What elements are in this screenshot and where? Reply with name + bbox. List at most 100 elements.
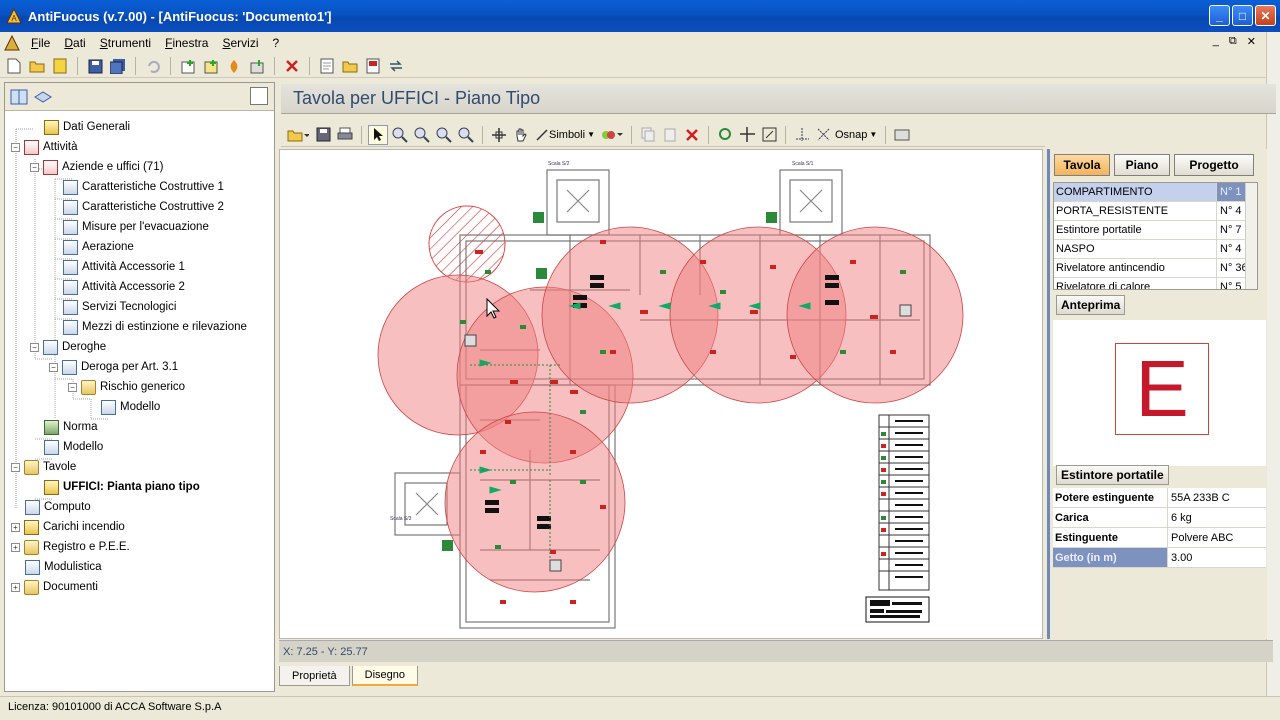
- tree-item[interactable]: − Deroghe: [30, 337, 106, 357]
- mdi-close-button[interactable]: ✕: [1247, 35, 1256, 48]
- expand-icon[interactable]: +: [11, 542, 20, 552]
- menu-strumenti[interactable]: Strumenti: [93, 36, 158, 50]
- notes-icon[interactable]: [50, 56, 70, 76]
- tree-item[interactable]: Servizi Tecnologici: [63, 297, 176, 317]
- tree-item[interactable]: Modulistica: [25, 557, 102, 577]
- mdi-restore-button[interactable]: ⧉: [1229, 35, 1237, 48]
- property-value[interactable]: 55A 233B C: [1168, 488, 1266, 507]
- tree-item[interactable]: − Rischio generico: [68, 377, 185, 397]
- select-pointer-icon[interactable]: [368, 124, 388, 145]
- count-row[interactable]: NASPO N° 4: [1054, 240, 1257, 259]
- drawing-canvas[interactable]: Scala S/2 Scala S/1 Scala S/3: [279, 149, 1043, 639]
- undo-icon[interactable]: [143, 56, 163, 76]
- zoom-in-icon[interactable]: [390, 125, 410, 145]
- maximize-button[interactable]: □: [1232, 5, 1253, 26]
- tree-item[interactable]: Attività Accessorie 1: [63, 257, 185, 277]
- tree-item[interactable]: + Documenti: [11, 577, 98, 597]
- transfer-icon[interactable]: [386, 56, 406, 76]
- print-icon[interactable]: [335, 125, 355, 145]
- tree-item[interactable]: Mezzi di estinzione e rilevazione: [63, 317, 247, 337]
- insert-icon[interactable]: [178, 56, 198, 76]
- tree-item[interactable]: − Attività: [11, 137, 78, 157]
- tree-item[interactable]: Attività Accessorie 2: [63, 277, 185, 297]
- zoom-extents-icon[interactable]: [456, 125, 476, 145]
- window-scrollbar[interactable]: [1266, 32, 1280, 696]
- tab-proprieta[interactable]: Proprietà: [279, 666, 350, 686]
- collapse-icon[interactable]: −: [30, 342, 39, 352]
- count-row[interactable]: Rivelatore di calore N° 5: [1054, 278, 1257, 289]
- collapse-icon[interactable]: −: [68, 382, 77, 392]
- save-drawing-icon[interactable]: [313, 125, 333, 145]
- menu-servizi[interactable]: Servizi: [215, 36, 265, 50]
- zoom-out-icon[interactable]: [412, 125, 432, 145]
- open-drawing-icon[interactable]: [285, 125, 311, 145]
- fire-icon[interactable]: [224, 56, 244, 76]
- insert-block-icon[interactable]: [892, 125, 912, 145]
- tree-item[interactable]: + Registro e P.E.E.: [11, 537, 130, 557]
- book-icon[interactable]: [9, 87, 29, 107]
- menu-dati[interactable]: Dati: [57, 36, 92, 50]
- folder-icon[interactable]: [340, 56, 360, 76]
- tree-item[interactable]: Caratteristiche Costruttive 1: [63, 177, 224, 197]
- tab-progetto[interactable]: Progetto: [1174, 154, 1254, 176]
- doc-system-icon[interactable]: [4, 35, 20, 51]
- property-value[interactable]: 3.00: [1168, 548, 1266, 567]
- tab-piano[interactable]: Piano: [1114, 154, 1170, 176]
- tree-item[interactable]: Dati Generali: [44, 117, 130, 137]
- report-icon[interactable]: [317, 56, 337, 76]
- layers-color-icon[interactable]: [599, 125, 625, 145]
- tree-item[interactable]: Computo: [25, 497, 91, 517]
- close-button[interactable]: ✕: [1255, 5, 1276, 26]
- tree-item[interactable]: Caratteristiche Costruttive 2: [63, 197, 224, 217]
- scale-icon[interactable]: [759, 125, 779, 145]
- tree-item[interactable]: − Aziende e uffici (71): [30, 157, 163, 177]
- rotate-icon[interactable]: [715, 125, 735, 145]
- layers-icon[interactable]: [33, 87, 53, 107]
- count-row[interactable]: Estintore portatile N° 7: [1054, 221, 1257, 240]
- tree-item[interactable]: + Carichi incendio: [11, 517, 125, 537]
- paste-icon[interactable]: [660, 125, 680, 145]
- snap-grid-icon[interactable]: [792, 125, 812, 145]
- copy-icon[interactable]: [638, 125, 658, 145]
- tree-item[interactable]: Modello: [101, 397, 160, 417]
- tree-item[interactable]: − Tavole: [11, 457, 76, 477]
- panel-pin-button[interactable]: [250, 87, 268, 105]
- property-row[interactable]: Carica 6 kg: [1053, 508, 1266, 528]
- hand-icon[interactable]: [511, 125, 531, 145]
- property-row[interactable]: Potere estinguente 55A 233B C: [1053, 488, 1266, 508]
- property-value[interactable]: Polvere ABC: [1168, 528, 1266, 547]
- count-row[interactable]: Rivelatore antincendio N° 36: [1054, 259, 1257, 278]
- tab-tavola[interactable]: Tavola: [1054, 154, 1110, 176]
- count-row[interactable]: PORTA_RESISTENTE N° 4: [1054, 202, 1257, 221]
- minimize-button[interactable]: _: [1209, 5, 1230, 26]
- collapse-icon[interactable]: −: [30, 162, 39, 172]
- menu-file[interactable]: File: [24, 36, 57, 50]
- tree-item[interactable]: Aerazione: [63, 237, 134, 257]
- property-row[interactable]: Getto (in m) 3.00: [1053, 548, 1266, 568]
- expand-icon[interactable]: +: [11, 522, 20, 532]
- collapse-icon[interactable]: −: [49, 362, 58, 372]
- tree-item[interactable]: Norma: [44, 417, 98, 437]
- tab-disegno[interactable]: Disegno: [351, 666, 418, 686]
- mdi-minimize-button[interactable]: _: [1213, 35, 1219, 48]
- pan-icon[interactable]: [489, 125, 509, 145]
- tree-item[interactable]: − Deroga per Art. 3.1: [49, 357, 178, 377]
- new-icon[interactable]: [4, 56, 24, 76]
- expand-icon[interactable]: +: [11, 582, 20, 592]
- symbols-menu[interactable]: Simboli ▼: [533, 125, 597, 145]
- export-icon[interactable]: [247, 56, 267, 76]
- list-scrollbar[interactable]: [1245, 183, 1257, 289]
- menu-finestra[interactable]: Finestra: [158, 36, 215, 50]
- count-row[interactable]: COMPARTIMENTO N° 1: [1054, 183, 1257, 202]
- save-all-icon[interactable]: [108, 56, 128, 76]
- delete-entity-icon[interactable]: [682, 125, 702, 145]
- collapse-icon[interactable]: −: [11, 142, 20, 152]
- tree-item[interactable]: UFFICI: Pianta piano tipo: [44, 477, 200, 497]
- collapse-icon[interactable]: −: [11, 462, 20, 472]
- move-icon[interactable]: [737, 125, 757, 145]
- floor-plan[interactable]: Scala S/2 Scala S/1 Scala S/3: [280, 150, 1043, 639]
- property-value[interactable]: 6 kg: [1168, 508, 1266, 527]
- edit-icon[interactable]: [201, 56, 221, 76]
- pdf-icon[interactable]: [363, 56, 383, 76]
- open-icon[interactable]: [27, 56, 47, 76]
